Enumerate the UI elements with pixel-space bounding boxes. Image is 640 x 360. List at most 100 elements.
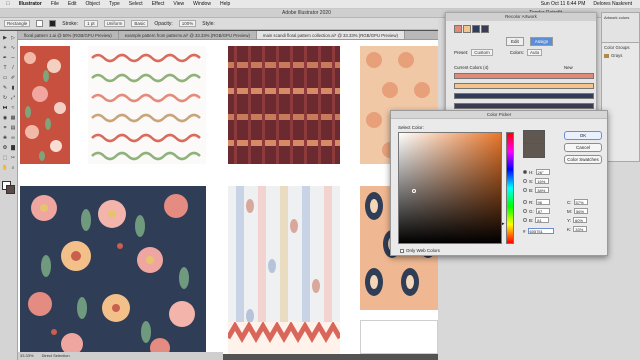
menu-effect[interactable]: Effect — [152, 1, 165, 7]
only-web-colors-checkbox[interactable] — [400, 248, 404, 253]
pattern-bottom-diamonds[interactable] — [225, 321, 343, 354]
eyedropper-icon[interactable]: ❀ — [1, 135, 9, 142]
s-field[interactable]: 16% — [535, 178, 550, 184]
stroke-style[interactable]: Uniform — [103, 20, 126, 27]
stroke-weight[interactable]: 1 pt — [84, 20, 98, 27]
menu-file[interactable]: File — [51, 1, 59, 7]
eraser-icon[interactable]: ▮ — [9, 85, 17, 92]
blue-radio[interactable] — [523, 218, 527, 222]
hue-slider[interactable] — [506, 132, 514, 244]
r-radio[interactable] — [523, 200, 527, 204]
blend-tool-icon[interactable]: ∞ — [9, 135, 17, 142]
pen-tool-icon[interactable]: ✒ — [1, 55, 9, 62]
h-field[interactable]: 26° — [535, 169, 550, 175]
h-radio[interactable] — [523, 170, 527, 174]
fill-swatch[interactable] — [36, 20, 44, 27]
hand-tool-icon[interactable]: ✋ — [1, 165, 9, 172]
width-tool-icon[interactable]: ⧓ — [1, 105, 9, 112]
brush-select[interactable]: Basic — [131, 20, 149, 27]
selection-tool-icon[interactable]: ▶ — [1, 35, 9, 42]
style-label: Style: — [202, 20, 215, 27]
menu-object[interactable]: Object — [86, 1, 100, 7]
warp-tool-icon[interactable]: ≈ — [9, 105, 17, 112]
mesh-tool-icon[interactable]: ⌗ — [1, 125, 9, 132]
tab-edit[interactable]: Edit — [506, 37, 524, 46]
hex-field[interactable]: 605751 — [527, 228, 554, 234]
user-name[interactable]: Delores Naskrent — [593, 1, 632, 7]
stroke-label: Stroke: — [62, 20, 79, 27]
hue-slider-arrow-icon[interactable]: ▸ — [502, 221, 505, 227]
color-row-1[interactable] — [454, 73, 594, 79]
apple-icon[interactable]:  — [6, 1, 10, 7]
graph-tool-icon[interactable]: ▇ — [9, 145, 17, 152]
ok-button[interactable]: OK — [564, 131, 602, 140]
shape-builder-icon[interactable]: ◉ — [1, 115, 9, 122]
artboard-tool-icon[interactable]: ⬚ — [1, 155, 9, 162]
b-radio[interactable] — [523, 188, 527, 192]
paintbrush-icon[interactable]: ✐ — [9, 75, 17, 82]
tab-main-collection[interactable]: main scandi floral pattern collection.ai… — [256, 31, 405, 39]
colors-select[interactable]: Auto — [527, 49, 543, 56]
line-tool-icon[interactable]: / — [9, 65, 17, 72]
artboard-canvas[interactable] — [18, 40, 438, 354]
menu-app[interactable]: Illustrator — [19, 1, 42, 7]
menu-type[interactable]: Type — [109, 1, 120, 7]
y-field[interactable]: 60% — [573, 217, 588, 223]
color-field-cursor[interactable] — [412, 189, 416, 193]
b-field[interactable]: 38% — [535, 187, 550, 193]
color-row-2[interactable] — [454, 83, 594, 89]
pattern-red-floral[interactable] — [20, 46, 70, 164]
magic-wand-icon[interactable]: ✴ — [1, 45, 9, 52]
folder-icon — [604, 53, 609, 58]
fill-stroke-swatches[interactable] — [2, 181, 16, 195]
direct-selection-tool-icon[interactable]: ▷ — [9, 35, 17, 42]
type-tool-icon[interactable]: T — [1, 65, 9, 72]
slice-tool-icon[interactable]: ✂ — [9, 155, 17, 162]
rotate-tool-icon[interactable]: ↻ — [1, 95, 9, 102]
menu-edit[interactable]: Edit — [68, 1, 77, 7]
shaper-tool-icon[interactable]: ✎ — [1, 85, 9, 92]
tab-example-pattern[interactable]: example pattern from patterns.ai* @ 33.3… — [119, 31, 257, 39]
curvature-tool-icon[interactable]: ∼ — [9, 55, 17, 62]
preset-select[interactable]: Custom — [471, 49, 493, 56]
gradient-tool-icon[interactable]: ▤ — [9, 125, 17, 132]
mac-menu-bar:  Illustrator File Edit Object Type Sele… — [0, 0, 640, 9]
rectangle-tool-icon[interactable]: ▭ — [1, 75, 9, 82]
lasso-icon[interactable]: ∿ — [9, 45, 17, 52]
tab-floral-pattern[interactable]: floral pattern 1.ai @ 50% (RGB/GPU Previ… — [18, 31, 119, 39]
scale-tool-icon[interactable]: ⤢ — [9, 95, 17, 102]
blue-field[interactable]: 81 — [535, 217, 550, 223]
empty-artboard[interactable] — [360, 320, 438, 354]
color-group-grays[interactable]: Grays — [611, 53, 622, 58]
color-field[interactable] — [398, 132, 502, 244]
stroke-swatch[interactable] — [49, 20, 57, 27]
s-radio[interactable] — [523, 179, 527, 183]
menu-help[interactable]: Help — [220, 1, 230, 7]
tab-assign[interactable]: Assign — [529, 37, 554, 46]
color-row-4[interactable] — [454, 103, 594, 109]
perspective-grid-icon[interactable]: ▦ — [9, 115, 17, 122]
symbol-sprayer-icon[interactable]: ❂ — [1, 145, 9, 152]
menu-select[interactable]: Select — [129, 1, 143, 7]
g-field[interactable]: 87 — [535, 208, 550, 214]
m-field[interactable]: 56% — [574, 208, 588, 214]
color-row-3[interactable] — [454, 93, 594, 99]
menu-view[interactable]: View — [173, 1, 184, 7]
zoom-tool-icon[interactable]: ⌕ — [9, 165, 17, 172]
c-field[interactable]: 57% — [573, 199, 588, 205]
k-field[interactable]: 33% — [573, 226, 588, 232]
opacity-field[interactable]: 100% — [178, 20, 197, 27]
color-group-strip[interactable] — [454, 25, 489, 33]
artwork-colors-label[interactable]: Artwork colors — [602, 13, 639, 22]
menu-window[interactable]: Window — [193, 1, 211, 7]
pattern-dark-stripes[interactable] — [228, 46, 340, 164]
g-radio[interactable] — [523, 209, 527, 213]
cancel-button[interactable]: Cancel — [564, 143, 602, 152]
pattern-wavy-lines[interactable] — [88, 46, 206, 164]
color-swatches-button[interactable]: Color Swatches — [564, 155, 602, 164]
zoom-level[interactable]: 33.33% — [20, 353, 34, 359]
only-web-colors[interactable]: Only Web Colors — [400, 248, 440, 253]
current-color-swatch[interactable] — [523, 144, 545, 158]
r-field[interactable]: 96 — [535, 199, 550, 205]
pattern-navy-floral[interactable] — [20, 186, 206, 354]
